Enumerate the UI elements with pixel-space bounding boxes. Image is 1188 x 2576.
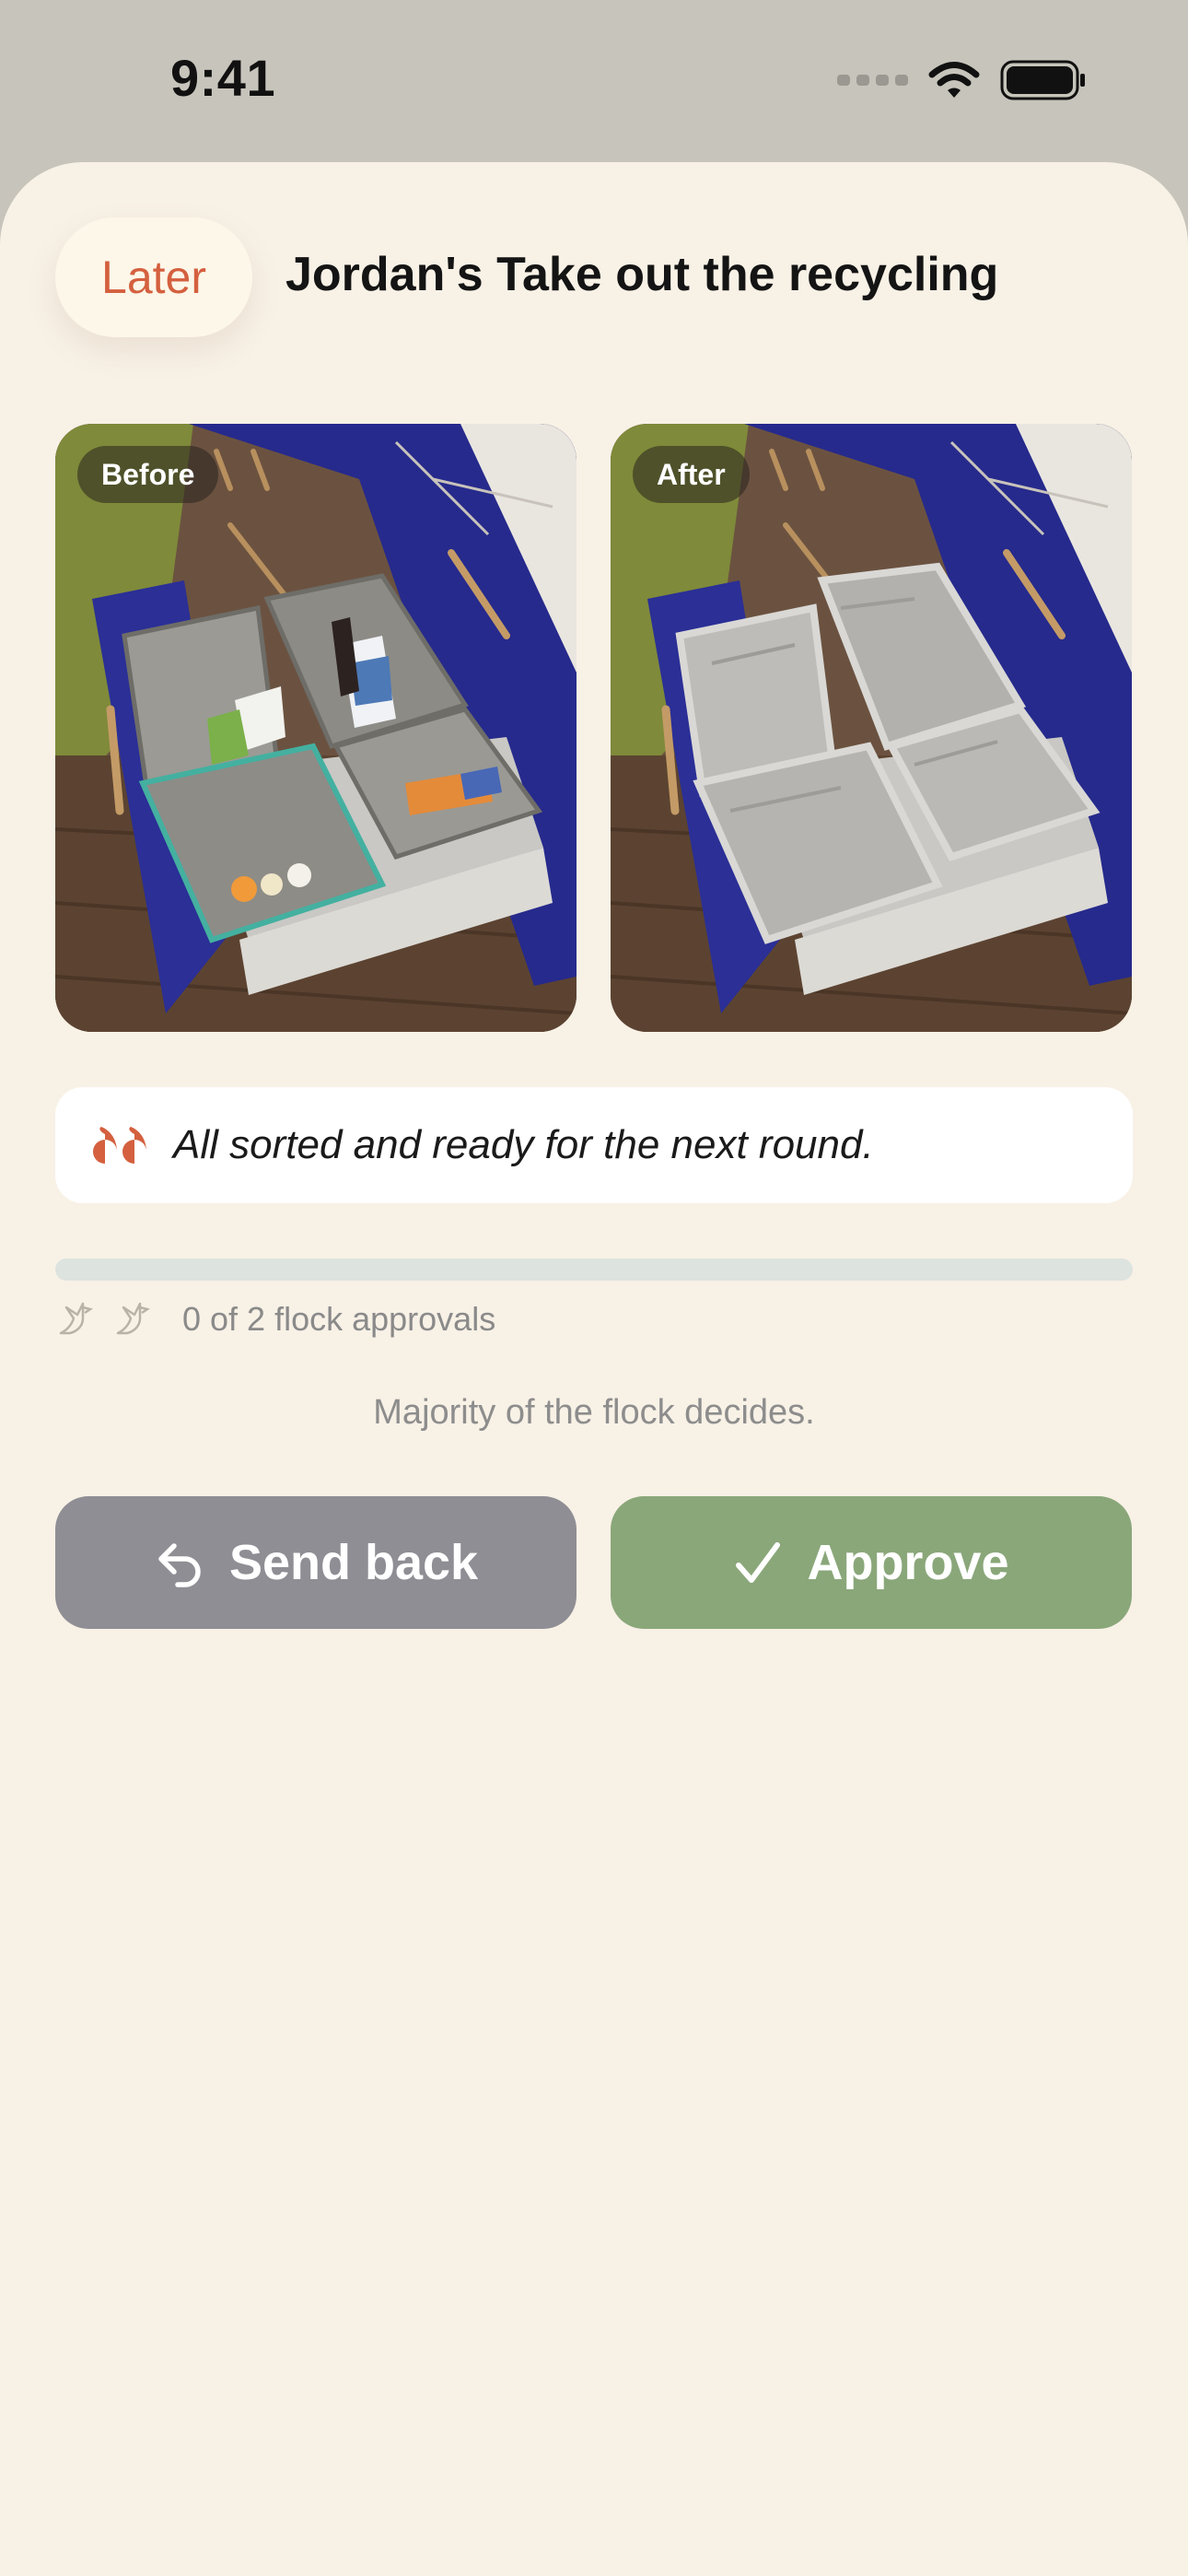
review-sheet: Later Jordan's Take out the recycling Be… [0, 162, 1188, 2576]
checkmark-icon [736, 1542, 781, 1583]
flock-rule-text: Majority of the flock decides. [373, 1393, 815, 1432]
note-text: All sorted and ready for the next round. [173, 1122, 874, 1167]
battery-icon [1000, 60, 1085, 100]
completion-note: All sorted and ready for the next round. [55, 1087, 1133, 1203]
undo-arrow-icon [158, 1543, 201, 1587]
approve-button[interactable]: Approve [611, 1496, 1132, 1629]
wifi-icon [928, 62, 980, 98]
quote-icon [93, 1127, 146, 1164]
before-photo[interactable]: Before [55, 424, 577, 1032]
bird-icon [116, 1302, 151, 1335]
task-title: Jordan's Take out the recycling [285, 248, 999, 301]
cellular-signal-icon [837, 75, 908, 86]
approve-label: Approve [807, 1535, 1009, 1590]
before-photo-image [55, 424, 577, 1032]
before-label: Before [77, 446, 219, 503]
after-photo[interactable]: After [611, 424, 1132, 1032]
approvals-row: 0 of 2 flock approvals [55, 1294, 495, 1345]
bird-icon [59, 1302, 94, 1335]
send-back-button[interactable]: Send back [55, 1496, 577, 1629]
status-bar: 9:41 [0, 0, 1188, 162]
later-button[interactable]: Later [55, 217, 252, 337]
status-icons [837, 57, 1087, 103]
approval-progress-track [55, 1259, 1133, 1281]
approvals-count-text: 0 of 2 flock approvals [182, 1300, 496, 1338]
send-back-label: Send back [228, 1535, 479, 1590]
after-label: After [633, 446, 750, 503]
status-time: 9:41 [170, 49, 276, 107]
after-photo-image [611, 424, 1132, 1032]
